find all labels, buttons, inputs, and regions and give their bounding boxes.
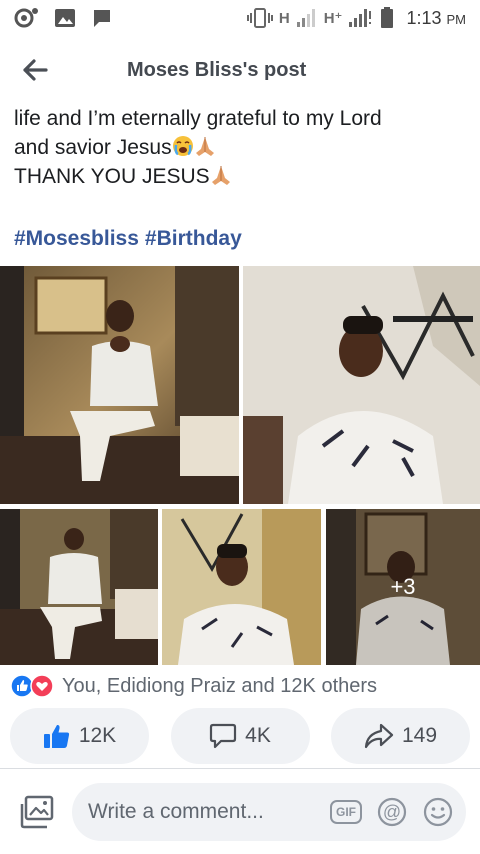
signal-icon-2 xyxy=(348,8,374,28)
comment-placeholder: Write a comment... xyxy=(88,799,264,823)
page-title: Moses Bliss's post xyxy=(127,58,307,81)
hashtags: #Mosesbliss #Birthday xyxy=(14,227,248,251)
reactions-summary[interactable]: You, Edidiong Praiz and 12K others xyxy=(10,672,377,700)
hashtag-link[interactable]: #Birthday xyxy=(145,227,242,250)
love-reaction-icon xyxy=(30,674,54,698)
signal-icon xyxy=(296,8,318,28)
thumbs-up-icon xyxy=(43,724,69,748)
post-line-2-text: and savior Jesus xyxy=(14,136,172,159)
chat-icon xyxy=(92,8,112,28)
post-line-3-text: THANK YOU JESUS xyxy=(14,165,210,188)
back-arrow-icon xyxy=(23,59,48,81)
post-line-2: and savior Jesus xyxy=(14,133,466,162)
post-photo-4[interactable] xyxy=(162,509,321,665)
more-photos-count: +3 xyxy=(390,574,416,599)
gif-button[interactable]: GIF xyxy=(330,796,362,828)
reactions-summary-text: You, Edidiong Praiz and 12K others xyxy=(62,674,378,697)
crying-face-emoji-icon xyxy=(172,136,193,156)
mention-button[interactable]: @ xyxy=(376,796,408,828)
back-button[interactable] xyxy=(0,36,70,104)
reaction-icons xyxy=(10,674,54,698)
praying-hands-emoji-icon xyxy=(211,166,230,185)
at-sign-icon: @ xyxy=(377,797,407,826)
comment-button[interactable]: 4K xyxy=(170,708,310,764)
status-bar: H H⁺ 1:13 PM xyxy=(0,0,480,36)
smiley-icon xyxy=(423,797,453,826)
clock: 1:13 PM xyxy=(406,7,466,28)
network-type-label-2: H⁺ xyxy=(323,10,343,27)
gif-icon: GIF xyxy=(330,799,362,824)
post-photo-2[interactable] xyxy=(243,266,480,504)
share-arrow-icon xyxy=(364,723,394,749)
photo-picker-button[interactable] xyxy=(12,787,62,837)
post-body: life and I’m eternally grateful to my Lo… xyxy=(14,104,466,191)
emoji-button[interactable] xyxy=(422,796,454,828)
share-count: 149 xyxy=(401,724,438,747)
post-line-3: THANK YOU JESUS xyxy=(14,162,466,191)
post-photo-3[interactable] xyxy=(0,509,158,665)
post-actions: 12K 4K 149 xyxy=(10,708,470,764)
more-photos-overlay[interactable]: +3 xyxy=(326,509,480,665)
share-button[interactable]: 149 xyxy=(331,708,470,764)
like-button[interactable]: 12K xyxy=(10,708,149,764)
post-line-1: life and I’m eternally grateful to my Lo… xyxy=(14,107,382,130)
image-icon xyxy=(54,8,76,28)
comment-count: 4K xyxy=(245,724,271,747)
post-photo-5[interactable]: +3 xyxy=(326,509,480,665)
vibrate-icon xyxy=(246,7,273,29)
praying-hands-emoji-icon xyxy=(195,137,214,156)
notification-dot-icon xyxy=(14,7,38,29)
hashtag-link[interactable]: #Mosesbliss xyxy=(14,227,139,250)
comment-input[interactable]: Write a comment... GIF @ xyxy=(72,782,466,841)
svg-text:@: @ xyxy=(383,802,401,822)
comment-icon xyxy=(210,723,237,749)
post-photo-1[interactable] xyxy=(0,266,239,504)
network-type-label-1: H xyxy=(278,9,290,27)
comment-bar: Write a comment... GIF @ xyxy=(0,769,480,854)
battery-icon xyxy=(380,7,394,29)
like-count: 12K xyxy=(78,724,117,747)
photo-gallery-icon xyxy=(20,795,54,828)
post-header: Moses Bliss's post xyxy=(0,36,480,104)
